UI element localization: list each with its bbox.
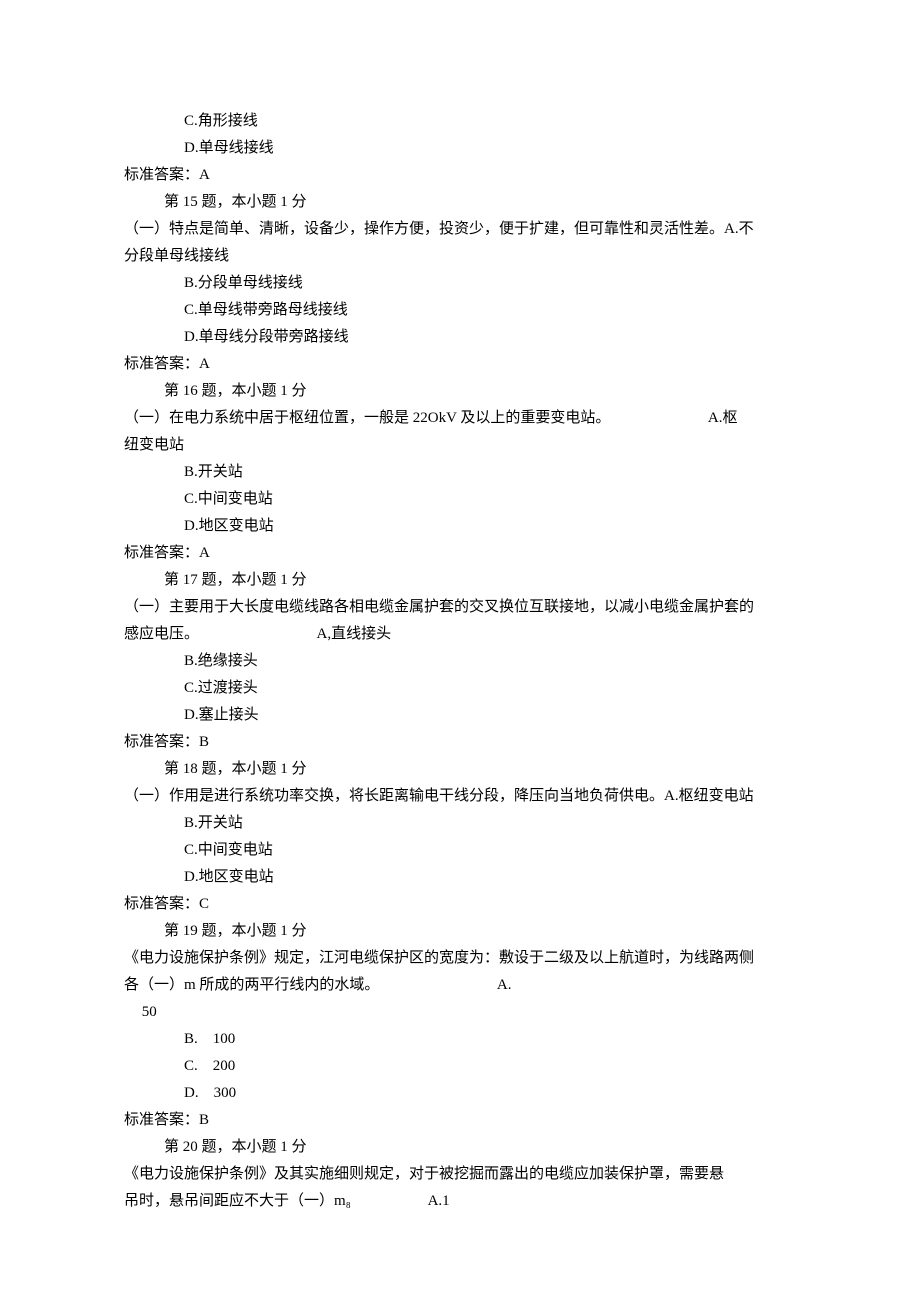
- q16-stem-left: （一）在电力系统中居于枢纽位置，一般是 22OkV 及以上的重要变电站。: [124, 410, 610, 426]
- q16-option-b: B.开关站: [124, 459, 796, 486]
- q20-stem-right2: A.1: [428, 1193, 450, 1209]
- q19-stem-left2: 各（一）m 所成的两平行线内的水域。: [124, 977, 379, 993]
- q19-option-c: C. 200: [124, 1053, 796, 1080]
- q19-option-a2: 50: [142, 1004, 157, 1020]
- q19-stem-line2: 各（一）m 所成的两平行线内的水域。 A.: [124, 972, 796, 999]
- q17-answer: 标准答案：B: [124, 729, 796, 756]
- q19-stem-right2: A.: [497, 977, 512, 993]
- q19-title: 第 19 题，本小题 1 分: [124, 918, 796, 945]
- q17-option-d: D.塞止接头: [124, 702, 796, 729]
- q19-answer: 标准答案：B: [124, 1107, 796, 1134]
- q20-stem-line1: 《电力设施保护条例》及其实施细则规定，对于被挖掘而露出的电缆应加装保护罩，需要悬: [124, 1161, 796, 1188]
- q18-option-b: B.开关站: [124, 810, 796, 837]
- q15-stem-line2: 分段单母线接线: [124, 243, 796, 270]
- q19-option-b: B. 100: [124, 1026, 796, 1053]
- q17-stem-left2: 感应电压。: [124, 626, 199, 642]
- q14-option-d: D.单母线接线: [124, 135, 796, 162]
- q19-option-d: D. 300: [124, 1080, 796, 1107]
- q19-option-a-line2: 50: [124, 999, 796, 1026]
- q17-title: 第 17 题，本小题 1 分: [124, 567, 796, 594]
- q17-stem-line1: （一）主要用于大长度电缆线路各相电缆金属护套的交叉换位互联接地，以减小电缆金属护…: [124, 594, 796, 621]
- q19-stem-line1: 《电力设施保护条例》规定，江河电缆保护区的宽度为：敷设于二级及以上航道时，为线路…: [124, 945, 796, 972]
- q16-title: 第 16 题，本小题 1 分: [124, 378, 796, 405]
- q17-stem-line2: 感应电压。 A,直线接头: [124, 621, 796, 648]
- q15-stem-line1: （一）特点是简单、清晰，设备少，操作方便，投资少，便于扩建，但可靠性和灵活性差。…: [124, 216, 796, 243]
- q17-stem-right2: A,直线接头: [317, 626, 392, 642]
- q18-title: 第 18 题，本小题 1 分: [124, 756, 796, 783]
- q16-option-d: D.地区变电站: [124, 513, 796, 540]
- q18-answer: 标准答案：C: [124, 891, 796, 918]
- q15-title: 第 15 题，本小题 1 分: [124, 189, 796, 216]
- q17-option-b: B.绝缘接头: [124, 648, 796, 675]
- q16-stem-line2: 纽变电站: [124, 432, 796, 459]
- q16-option-c: C.中间变电站: [124, 486, 796, 513]
- q16-answer: 标准答案：A: [124, 540, 796, 567]
- q14-option-c: C.角形接线: [124, 108, 796, 135]
- q15-answer: 标准答案：A: [124, 351, 796, 378]
- q15-option-c: C.单母线带旁路母线接线: [124, 297, 796, 324]
- q18-option-d: D.地区变电站: [124, 864, 796, 891]
- q16-stem-right: A.枢: [708, 410, 738, 426]
- q20-stem-line2: 吊时，悬吊间距应不大于（一）m₈ A.1: [124, 1188, 796, 1215]
- q17-option-c: C.过渡接头: [124, 675, 796, 702]
- q20-title: 第 20 题，本小题 1 分: [124, 1134, 796, 1161]
- q15-option-b: B.分段单母线接线: [124, 270, 796, 297]
- q20-stem-left2: 吊时，悬吊间距应不大于（一）m₈: [124, 1193, 351, 1209]
- q18-option-c: C.中间变电站: [124, 837, 796, 864]
- q16-stem-line1: （一）在电力系统中居于枢纽位置，一般是 22OkV 及以上的重要变电站。 A.枢: [124, 405, 796, 432]
- q14-answer: 标准答案：A: [124, 162, 796, 189]
- q18-stem: （一）作用是进行系统功率交换，将长距离输电干线分段，降压向当地负荷供电。A.枢纽…: [124, 783, 796, 810]
- q15-option-d: D.单母线分段带旁路接线: [124, 324, 796, 351]
